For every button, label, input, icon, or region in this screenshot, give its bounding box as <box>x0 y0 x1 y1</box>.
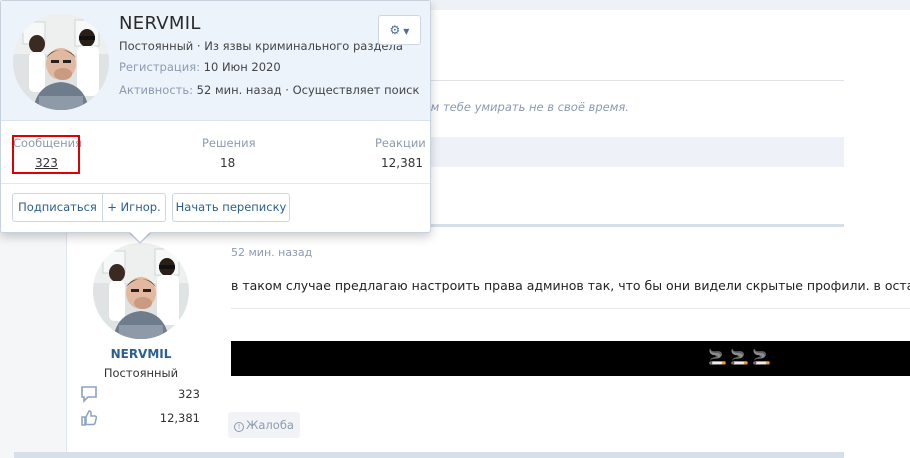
activity-label: Активность: <box>119 83 193 97</box>
author-name[interactable]: NERVMIL <box>80 347 202 361</box>
reactions-label: Реакции <box>375 136 426 150</box>
post-text: в таком случае предлагаю настроить права… <box>231 278 910 293</box>
report-label: Жалоба <box>246 418 294 432</box>
report-button[interactable]: ! Жалоба <box>228 412 300 438</box>
member-stats: Сообщения 323 Решения 18 Реакции 12,381 <box>1 122 430 184</box>
signature-banner <box>231 341 910 376</box>
post-divider <box>231 308 910 309</box>
reactions-count: 12,381 <box>381 156 423 170</box>
popup-arrow <box>130 232 150 242</box>
author-avatar[interactable] <box>93 243 189 339</box>
subscribe-button[interactable]: Подписаться <box>12 193 103 222</box>
solutions-label: Решения <box>202 136 256 150</box>
author-reactions-stat: 12,381 <box>80 409 202 427</box>
divider <box>364 80 844 81</box>
author-reactions-count: 12,381 <box>159 411 200 425</box>
thumbs-up-icon <box>80 409 98 427</box>
author-messages-stat: 323 <box>80 385 202 403</box>
member-activity: Активность: 52 мин. назад · Осуществляет… <box>119 83 419 97</box>
solutions-count: 18 <box>220 156 236 170</box>
member-actions-menu-button[interactable]: ⚙ ▼ <box>378 15 421 45</box>
member-registration: Регистрация: 10 Июн 2020 <box>119 60 281 74</box>
registration-label: Регистрация: <box>119 60 200 74</box>
comment-icon <box>80 385 98 403</box>
ignore-button[interactable]: + Игнор. <box>102 193 166 222</box>
cigarette-emoji: 🚬 <box>708 348 727 366</box>
post-footer-bar <box>364 137 844 167</box>
post-separator-bottom <box>14 452 844 458</box>
highlight-box <box>12 135 80 174</box>
gear-icon: ⚙ <box>389 23 401 37</box>
post-timestamp[interactable]: 52 мин. назад <box>231 246 312 259</box>
member-card-header: NERVMIL Постоянный · Из язвы криминально… <box>1 1 430 121</box>
registration-value: 10 Июн 2020 <box>203 60 281 74</box>
author-messages-count: 323 <box>178 387 200 401</box>
member-subtitle: Постоянный · Из язвы криминального разде… <box>119 39 403 53</box>
cigarette-emoji: 🚬 <box>752 348 771 366</box>
start-conversation-button[interactable]: Начать переписку <box>172 193 290 222</box>
member-tooltip-card: NERVMIL Постоянный · Из язвы криминально… <box>0 0 431 233</box>
activity-value: 52 мин. назад · Осуществляет поиск <box>196 83 420 97</box>
member-name[interactable]: NERVMIL <box>119 13 201 34</box>
chevron-down-icon: ▼ <box>403 27 410 36</box>
info-icon: ! <box>234 422 244 432</box>
author-title: Постоянный <box>103 366 179 380</box>
member-avatar[interactable] <box>13 14 109 110</box>
cigarette-emoji: 🚬 <box>730 348 749 366</box>
